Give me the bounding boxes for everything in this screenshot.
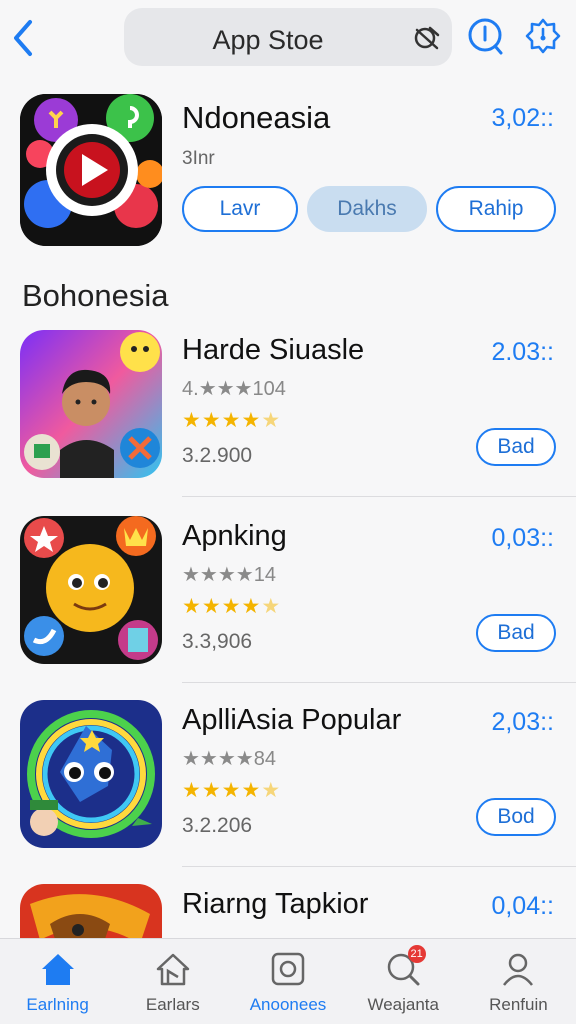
games-icon xyxy=(153,949,193,989)
featured-button-2[interactable]: Dakhs xyxy=(307,186,427,232)
app-icon-aplliasia[interactable] xyxy=(20,700,162,848)
tab-weajanta[interactable]: 21 Weajanta xyxy=(346,939,461,1024)
app-list-item[interactable]: Apnking 0,03:: ★★★★14 ★★★★★ 3.3,906 Bad xyxy=(0,516,576,702)
profile-icon xyxy=(498,949,538,989)
settings-icon[interactable] xyxy=(524,16,562,56)
featured-app-icon[interactable] xyxy=(20,94,162,246)
featured-app-price: 3,02:: xyxy=(491,104,554,132)
tab-earlars[interactable]: Earlars xyxy=(115,939,230,1024)
tab-bar: Earlning Earlars Anoonees 21 Weajanta Re… xyxy=(0,938,576,1024)
rating-meta-stars: ★★★★ xyxy=(182,748,254,770)
featured-app-title: Ndoneasia xyxy=(182,100,331,135)
app-store-screen: App Stoe Ndoneasia 3Inr 3,02:: Lavr Dakh… xyxy=(0,0,576,1024)
download-count: 3.2.206 xyxy=(182,814,253,837)
app-price: 2.03:: xyxy=(491,338,554,366)
featured-app-subtitle: 3Inr xyxy=(182,148,215,169)
app-icon-apnking[interactable] xyxy=(20,516,162,664)
search-label: App Stoe xyxy=(212,25,324,55)
get-button[interactable]: Bad xyxy=(476,428,556,466)
star-rating: ★★★★★ xyxy=(182,778,281,803)
tab-label: Anoonees xyxy=(249,995,327,1014)
tab-earlning[interactable]: Earlning xyxy=(0,939,115,1024)
stars-full: ★★★★ xyxy=(182,779,262,802)
app-name: AplliAsia Popular xyxy=(182,704,402,736)
app-price: 2,03:: xyxy=(491,708,554,736)
star-rating: ★★★★★ xyxy=(182,408,281,433)
search-field[interactable]: App Stoe xyxy=(124,8,452,66)
tab-label: Weajanta xyxy=(367,995,439,1014)
app-rating-meta: ★★★★14 xyxy=(182,562,276,587)
stars-full: ★★★★ xyxy=(182,595,262,618)
shuffle-icon[interactable] xyxy=(412,23,442,53)
rating-meta-count: 84 xyxy=(253,748,276,770)
tab-label: Earlning xyxy=(26,995,89,1014)
divider xyxy=(182,496,576,497)
tab-renfuin[interactable]: Renfuin xyxy=(461,939,576,1024)
rating-meta-count: 104 xyxy=(252,378,286,400)
app-rating-meta: 4.★★★104 xyxy=(182,376,286,401)
top-bar: App Stoe xyxy=(0,0,576,78)
divider xyxy=(182,866,576,867)
download-count: 3.3,906 xyxy=(182,630,253,653)
rating-meta-stars: ★★★★ xyxy=(182,564,254,586)
get-button[interactable]: Bad xyxy=(476,614,556,652)
featured-button-1[interactable]: Lavr xyxy=(182,186,298,232)
apps-icon xyxy=(268,949,308,989)
app-list-item[interactable]: AplliAsia Popular 2,03:: ★★★★84 ★★★★★ 3.… xyxy=(0,700,576,886)
info-icon[interactable] xyxy=(466,16,504,56)
notification-badge: 21 xyxy=(407,945,426,963)
app-name: Riarng Tapkior xyxy=(182,888,369,920)
app-name: Harde Siuasle xyxy=(182,334,365,366)
tab-anoonees[interactable]: Anoonees xyxy=(230,939,345,1024)
section-title: Bohonesia xyxy=(22,278,169,313)
featured-button-3[interactable]: Rahip xyxy=(436,186,556,232)
app-price: 0,03:: xyxy=(491,524,554,552)
star-rating: ★★★★★ xyxy=(182,594,281,619)
divider xyxy=(182,682,576,683)
app-icon-harde[interactable] xyxy=(20,330,162,478)
tab-label: Renfuin xyxy=(489,995,548,1014)
chevron-left-icon xyxy=(14,20,32,56)
rating-meta-stars: ★★★ xyxy=(198,378,253,400)
home-icon xyxy=(38,949,78,989)
app-list-item[interactable]: Harde Siuasle 2.03:: 4.★★★104 ★★★★★ 3.2.… xyxy=(0,330,576,516)
app-rating-meta: ★★★★84 xyxy=(182,746,276,771)
stars-half: ★ xyxy=(261,409,282,432)
back-button[interactable] xyxy=(6,14,42,62)
stars-full: ★★★★ xyxy=(182,409,262,432)
app-price: 0,04:: xyxy=(491,892,554,920)
stars-half: ★ xyxy=(261,595,282,618)
download-count: 3.2.900 xyxy=(182,444,253,467)
app-name: Apnking xyxy=(182,520,287,552)
tab-label: Earlars xyxy=(145,995,200,1014)
rating-prefix: 4. xyxy=(182,378,199,400)
stars-half: ★ xyxy=(261,779,282,802)
get-button[interactable]: Bod xyxy=(476,798,556,836)
rating-meta-count: 14 xyxy=(253,564,276,586)
